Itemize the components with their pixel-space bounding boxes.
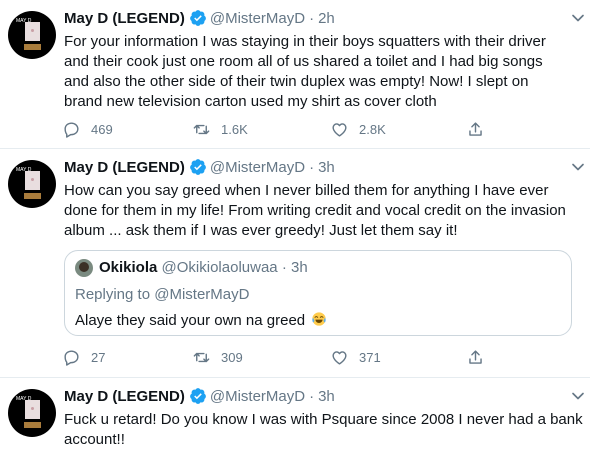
reply-button[interactable]: 469 [62, 120, 113, 139]
verified-badge-icon [189, 159, 206, 175]
chevron-down-icon[interactable] [568, 8, 588, 28]
replying-to: Replying to @MisterMayD [75, 286, 249, 303]
tweet-text-line: album ... ask them if I was ever greedy!… [64, 222, 458, 239]
replying-to-handle[interactable]: @MisterMayD [154, 286, 249, 303]
quoted-time: 3h [291, 259, 308, 276]
quoted-header: Okikiola @Okikiolaoluwaa · 3h [99, 259, 308, 276]
face-with-tears-of-joy-icon [312, 312, 326, 326]
replying-to-label: Replying to [75, 286, 151, 303]
tweet-header: May D (LEGEND) @MisterMayD · 3h [64, 386, 335, 406]
reply-count: 469 [91, 122, 113, 137]
reply-icon [64, 350, 79, 366]
separator-dot: · [309, 387, 315, 405]
tweet-text-line: How can you say greed when I never bille… [64, 182, 549, 199]
tweet-text-line: brand new television carton used my shir… [64, 93, 437, 110]
tweet-text-line: account!! [64, 431, 125, 448]
chevron-down-icon[interactable] [568, 157, 588, 177]
author-handle[interactable]: @MisterMayD [210, 388, 305, 405]
quoted-avatar[interactable] [75, 259, 93, 277]
tweet[interactable]: MAY D May D (LEGEND) @MisterMayD · 2h Fo… [0, 0, 590, 149]
share-icon [469, 350, 482, 364]
like-button[interactable]: 371 [330, 348, 381, 367]
tweet-text-line: done for them in my life! From writing c… [64, 202, 566, 219]
reply-button[interactable]: 27 [62, 348, 105, 367]
tweet-text-line: For your information I was staying in th… [64, 33, 546, 50]
tweet-text-line: and their cook just one room all of us s… [64, 53, 543, 70]
tweet-text: Fuck u retard! Do you know I was with Ps… [64, 410, 584, 450]
tweet-actions: 27 309 371 [62, 348, 502, 370]
verified-badge-icon [189, 10, 206, 26]
verified-badge-icon [189, 388, 206, 404]
avatar[interactable]: MAY D [8, 11, 56, 59]
share-button[interactable] [466, 120, 495, 139]
like-count: 2.8K [359, 122, 386, 137]
tweet[interactable]: MAY D May D (LEGEND) @MisterMayD · 3h Ho… [0, 149, 590, 378]
like-count: 371 [359, 350, 381, 365]
reply-icon [64, 122, 79, 138]
tweet-text-line: and also the other side of their twin du… [64, 73, 529, 90]
avatar[interactable]: MAY D [8, 389, 56, 437]
like-button[interactable]: 2.8K [330, 120, 386, 139]
share-button[interactable] [466, 348, 495, 367]
author-name[interactable]: May D (LEGEND) [64, 159, 185, 176]
retweet-icon [193, 124, 210, 135]
reply-count: 27 [91, 350, 106, 365]
tweet-text: How can you say greed when I never bille… [64, 181, 584, 241]
avatar[interactable]: MAY D [8, 160, 56, 208]
quoted-author-name[interactable]: Okikiola [99, 259, 157, 276]
tweet-header: May D (LEGEND) @MisterMayD · 2h [64, 8, 335, 28]
tweet-text-line: Fuck u retard! Do you know I was with Ps… [64, 411, 583, 428]
tweet-time[interactable]: 3h [318, 388, 335, 405]
tweet-text: For your information I was staying in th… [64, 32, 584, 112]
retweet-count: 309 [221, 350, 243, 365]
separator-dot: · [309, 9, 315, 27]
author-handle[interactable]: @MisterMayD [210, 10, 305, 27]
share-icon [469, 122, 482, 136]
tweet-actions: 469 1.6K 2.8K [62, 120, 502, 142]
separator-dot: · [309, 158, 315, 176]
retweet-count: 1.6K [221, 122, 248, 137]
author-handle[interactable]: @MisterMayD [210, 159, 305, 176]
retweet-button[interactable]: 309 [192, 348, 243, 367]
chevron-down-icon[interactable] [568, 386, 588, 406]
author-name[interactable]: May D (LEGEND) [64, 388, 185, 405]
retweet-icon [193, 352, 210, 363]
heart-icon [332, 123, 347, 137]
tweet-header: May D (LEGEND) @MisterMayD · 3h [64, 157, 335, 177]
author-name[interactable]: May D (LEGEND) [64, 10, 185, 27]
quoted-text-body: Alaye they said your own na greed [75, 312, 306, 329]
quoted-tweet[interactable]: Okikiola @Okikiolaoluwaa · 3h Replying t… [64, 250, 572, 336]
quoted-author-handle[interactable]: @Okikiolaoluwaa [162, 259, 278, 276]
tweet-time[interactable]: 3h [318, 159, 335, 176]
tweet[interactable]: MAY D May D (LEGEND) @MisterMayD · 3h Fu… [0, 378, 590, 458]
heart-icon [332, 351, 347, 365]
retweet-button[interactable]: 1.6K [192, 120, 248, 139]
quoted-text: Alaye they said your own na greed [75, 311, 327, 329]
tweet-time[interactable]: 2h [318, 10, 335, 27]
separator-dot: · [281, 259, 287, 276]
